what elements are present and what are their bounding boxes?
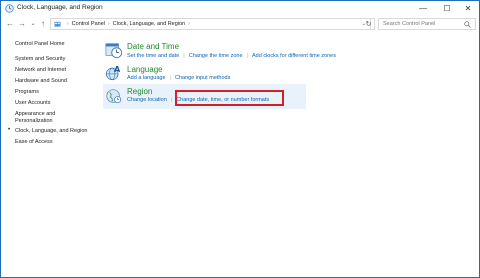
link-change-input-methods[interactable]: Change input methods xyxy=(175,75,230,81)
sidebar-item-system-and-security[interactable]: System and Security xyxy=(15,56,65,62)
link-change-time-zone[interactable]: Change the time zone xyxy=(189,53,243,59)
control-panel-window: Clock, Language, and Region — ☐ ✕ ← → ⌄ … xyxy=(0,0,480,278)
link-change-location[interactable]: Change location xyxy=(127,97,167,103)
up-button[interactable]: ↑ xyxy=(38,18,48,29)
link-divider: | xyxy=(246,53,248,59)
refresh-button[interactable]: ↻ xyxy=(363,18,375,30)
highlight-box xyxy=(175,90,284,106)
sidebar-item-ease-of-access[interactable]: Ease of Access xyxy=(15,139,53,145)
sidebar-item-clock-language-region: Clock, Language, and Region xyxy=(15,128,88,134)
sidebar-item-control-panel-home[interactable]: Control Panel Home xyxy=(15,41,65,47)
forward-button[interactable]: → xyxy=(17,18,27,29)
sidebar-item-user-accounts[interactable]: User Accounts xyxy=(15,100,50,106)
link-set-time-and-date[interactable]: Set the time and date xyxy=(127,53,179,59)
current-item-bullet: • xyxy=(8,127,11,133)
search-placeholder: Search Control Panel xyxy=(383,21,436,27)
sidebar-item-network-and-internet[interactable]: Network and Internet xyxy=(15,67,66,73)
breadcrumb-separator: › xyxy=(188,21,190,27)
link-divider: | xyxy=(169,75,171,81)
language-links: Add a language | Change input methods xyxy=(127,75,230,81)
recent-locations-button[interactable]: ⌄ xyxy=(28,18,38,29)
title-bar: Clock, Language, and Region — ☐ ✕ xyxy=(1,1,479,16)
link-divider: | xyxy=(170,97,173,103)
search-icon xyxy=(464,21,471,28)
category-title-region[interactable]: Region xyxy=(127,87,152,96)
clock-icon xyxy=(105,43,123,59)
control-panel-folder-icon xyxy=(54,21,61,27)
breadcrumb-separator: › xyxy=(108,21,110,27)
address-bar[interactable]: › Control Panel › Clock, Language, and R… xyxy=(50,18,371,30)
svg-text:A: A xyxy=(114,64,121,74)
link-add-clocks[interactable]: Add clocks for different time zones xyxy=(252,53,336,59)
window-title: Clock, Language, and Region xyxy=(17,4,103,11)
breadcrumb-control-panel[interactable]: Control Panel xyxy=(72,21,105,27)
globe-icon xyxy=(106,89,122,104)
control-panel-app-icon xyxy=(5,4,14,13)
breadcrumb-separator: › xyxy=(67,21,69,27)
date-and-time-links: Set the time and date | Change the time … xyxy=(127,53,336,59)
category-title-language[interactable]: Language xyxy=(127,65,163,74)
sidebar-item-appearance-line2[interactable]: Personalization xyxy=(15,118,53,124)
navigation-bar: ← → ⌄ ↑ › Control Panel › Clock, Languag… xyxy=(1,16,479,31)
language-icon: A xyxy=(105,64,121,81)
sidebar-item-programs[interactable]: Programs xyxy=(15,89,39,95)
close-button[interactable]: ✕ xyxy=(456,1,480,16)
link-add-language[interactable]: Add a language xyxy=(127,75,166,81)
search-input[interactable]: Search Control Panel xyxy=(378,18,476,30)
link-divider: | xyxy=(183,53,185,59)
category-title-date-and-time[interactable]: Date and Time xyxy=(127,42,179,51)
minimize-button[interactable]: — xyxy=(411,1,435,16)
sidebar-item-hardware-and-sound[interactable]: Hardware and Sound xyxy=(15,78,67,84)
back-button[interactable]: ← xyxy=(5,18,15,29)
sidebar-item-appearance-line1[interactable]: Appearance and xyxy=(15,111,55,117)
breadcrumb-clock-language-region[interactable]: Clock, Language, and Region xyxy=(113,21,185,27)
